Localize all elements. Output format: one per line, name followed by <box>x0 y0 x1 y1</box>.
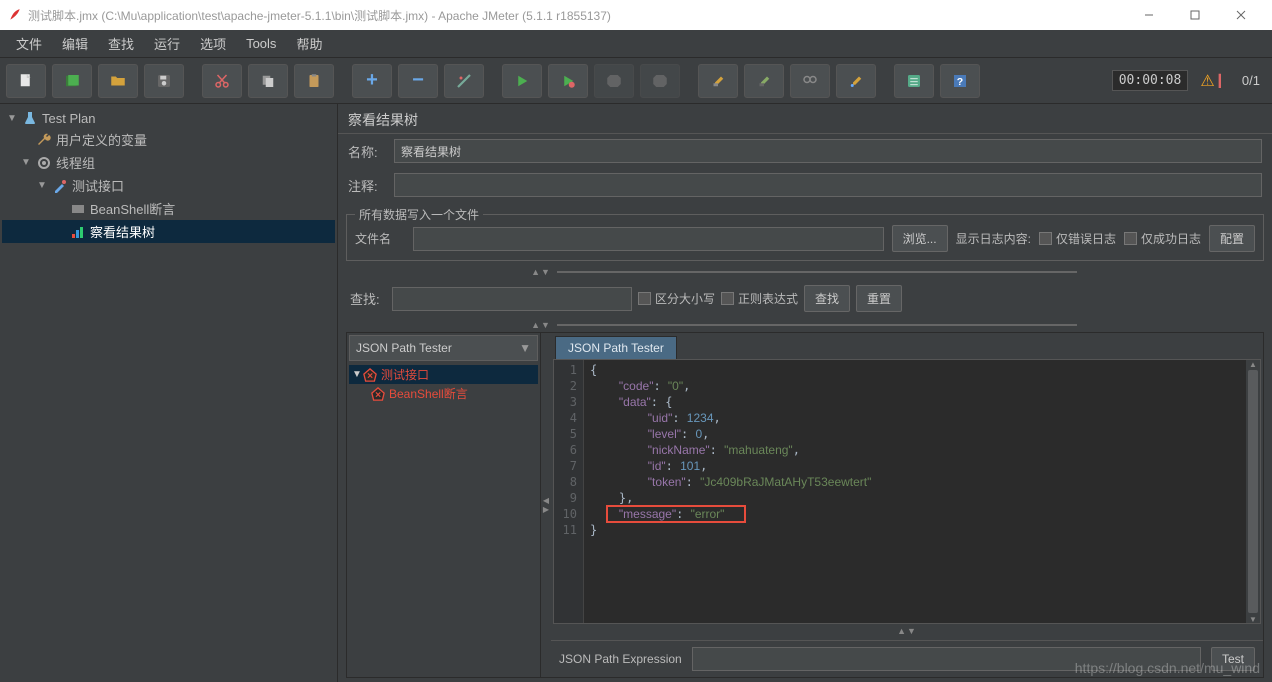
warning-bar: ▎ <box>1219 74 1228 88</box>
thread-counter: 0/1 <box>1242 73 1260 88</box>
window-controls <box>1126 0 1264 30</box>
fieldset-legend: 所有数据写入一个文件 <box>355 206 483 223</box>
response-code-area[interactable]: 1234567891011 { "code": "0", "data": { "… <box>553 359 1261 624</box>
menu-run[interactable]: 运行 <box>144 30 190 57</box>
titlebar: 测试脚本.jmx (C:\Mu\application\test\apache-… <box>0 0 1272 30</box>
shutdown-button[interactable] <box>640 64 680 98</box>
gear-icon <box>36 155 52 171</box>
tree-results-tree[interactable]: 察看结果树 <box>2 220 335 243</box>
label-filename: 文件名 <box>355 230 405 247</box>
toolbar: + − ? 00:00:08 ⚠ ▎ 0/1 <box>0 58 1272 104</box>
line-gutter: 1234567891011 <box>554 360 584 623</box>
window-title: 测试脚本.jmx (C:\Mu\application\test\apache-… <box>28 7 1126 24</box>
maximize-button[interactable] <box>1172 0 1218 30</box>
menu-edit[interactable]: 编辑 <box>52 30 98 57</box>
log-label: 显示日志内容: <box>956 230 1031 247</box>
toggle-button[interactable] <box>444 64 484 98</box>
tree-user-vars[interactable]: 用户定义的变量 <box>2 128 335 151</box>
assert-icon <box>70 201 86 217</box>
error-icon: ✕ <box>363 368 377 382</box>
tree-beanshell[interactable]: BeanShell断言 <box>2 197 335 220</box>
tree-thread-group[interactable]: ▼ 线程组 <box>2 151 335 174</box>
comment-input[interactable] <box>394 173 1262 197</box>
vertical-scrollbar[interactable]: ▲ ▼ <box>1246 360 1260 623</box>
watermark: https://blog.csdn.net/mu_wind <box>1075 660 1260 676</box>
collapse-bar-1[interactable]: ▲▼ <box>338 265 1272 279</box>
code-text[interactable]: { "code": "0", "data": { "uid": 1234, "l… <box>584 360 1246 623</box>
menu-options[interactable]: 选项 <box>190 30 236 57</box>
regex-checkbox[interactable]: 正则表达式 <box>721 290 798 307</box>
warning-icon: ⚠ <box>1200 71 1214 91</box>
options-button[interactable] <box>894 64 934 98</box>
expand-button[interactable]: + <box>352 64 392 98</box>
flask-icon <box>22 110 38 126</box>
start-button[interactable] <box>502 64 542 98</box>
menu-file[interactable]: 文件 <box>6 30 52 57</box>
filename-input[interactable] <box>413 227 884 251</box>
success-only-checkbox[interactable]: 仅成功日志 <box>1124 230 1201 247</box>
search-input[interactable] <box>392 287 632 311</box>
menu-help[interactable]: 帮助 <box>286 30 332 57</box>
tab-json-path-tester[interactable]: JSON Path Tester <box>555 336 677 359</box>
right-panel: 察看结果树 名称: 注释: 所有数据写入一个文件 文件名 浏览... 显示日志内… <box>338 104 1272 682</box>
label-name: 名称: <box>348 142 388 161</box>
minimize-button[interactable] <box>1126 0 1172 30</box>
label-comment: 注释: <box>348 176 388 195</box>
collapse-button[interactable]: − <box>398 64 438 98</box>
templates-button[interactable] <box>52 64 92 98</box>
stop-button[interactable] <box>594 64 634 98</box>
reset-button[interactable]: 重置 <box>856 285 902 312</box>
tree-sampler[interactable]: ▼ 测试接口 <box>2 174 335 197</box>
open-button[interactable] <box>98 64 138 98</box>
splitter[interactable]: ◀▶ <box>541 333 551 677</box>
elapsed-timer: 00:00:08 <box>1112 70 1189 91</box>
new-button[interactable] <box>6 64 46 98</box>
panel-title: 察看结果树 <box>338 104 1272 134</box>
result-node-sampler[interactable]: ▼ ✕ 测试接口 <box>349 365 538 384</box>
browse-button[interactable]: 浏览... <box>892 225 948 252</box>
case-checkbox[interactable]: 区分大小写 <box>638 290 715 307</box>
wrench-icon <box>36 132 52 148</box>
svg-text:✕: ✕ <box>367 371 374 380</box>
copy-button[interactable] <box>248 64 288 98</box>
test-plan-tree[interactable]: ▼ Test Plan 用户定义的变量 ▼ 线程组 ▼ 测试接口 BeanShe… <box>0 104 338 682</box>
clear-all-button[interactable] <box>744 64 784 98</box>
chevron-down-icon: ▼ <box>519 341 531 355</box>
svg-text:?: ? <box>957 75 963 87</box>
label-search: 查找: <box>350 289 386 308</box>
result-node-assertion[interactable]: ✕ BeanShell断言 <box>349 384 538 403</box>
start-no-timers-button[interactable] <box>548 64 588 98</box>
file-fieldset: 所有数据写入一个文件 文件名 浏览... 显示日志内容: 仅错误日志 仅成功日志… <box>346 206 1264 261</box>
config-button[interactable]: 配置 <box>1209 225 1255 252</box>
error-icon: ✕ <box>371 387 385 401</box>
search-button[interactable]: 查找 <box>804 285 850 312</box>
collapse-bar-3[interactable]: ▲▼ <box>551 624 1263 638</box>
app-icon <box>8 8 22 22</box>
pipette-icon <box>52 178 68 194</box>
renderer-combo[interactable]: JSON Path Tester ▼ <box>349 335 538 361</box>
paste-button[interactable] <box>294 64 334 98</box>
menu-search[interactable]: 查找 <box>98 30 144 57</box>
result-left-panel: JSON Path Tester ▼ ▼ ✕ 测试接口 ✕ BeanShell断… <box>347 333 541 677</box>
collapse-bar-2[interactable]: ▲▼ <box>338 318 1272 332</box>
cut-button[interactable] <box>202 64 242 98</box>
menu-tools[interactable]: Tools <box>236 32 286 55</box>
help-button[interactable]: ? <box>940 64 980 98</box>
close-button[interactable] <box>1218 0 1264 30</box>
highlight-annotation <box>606 505 746 523</box>
label-json-path: JSON Path Expression <box>559 652 682 666</box>
save-button[interactable] <box>144 64 184 98</box>
chart-icon <box>70 224 86 240</box>
menubar: 文件 编辑 查找 运行 选项 Tools 帮助 <box>0 30 1272 58</box>
tree-test-plan[interactable]: ▼ Test Plan <box>2 108 335 128</box>
error-only-checkbox[interactable]: 仅错误日志 <box>1039 230 1116 247</box>
svg-text:✕: ✕ <box>375 390 382 399</box>
name-input[interactable] <box>394 139 1262 163</box>
clear-button[interactable] <box>698 64 738 98</box>
result-tree[interactable]: ▼ ✕ 测试接口 ✕ BeanShell断言 <box>347 363 540 677</box>
search-tree-button[interactable] <box>790 64 830 98</box>
function-helper-button[interactable] <box>836 64 876 98</box>
